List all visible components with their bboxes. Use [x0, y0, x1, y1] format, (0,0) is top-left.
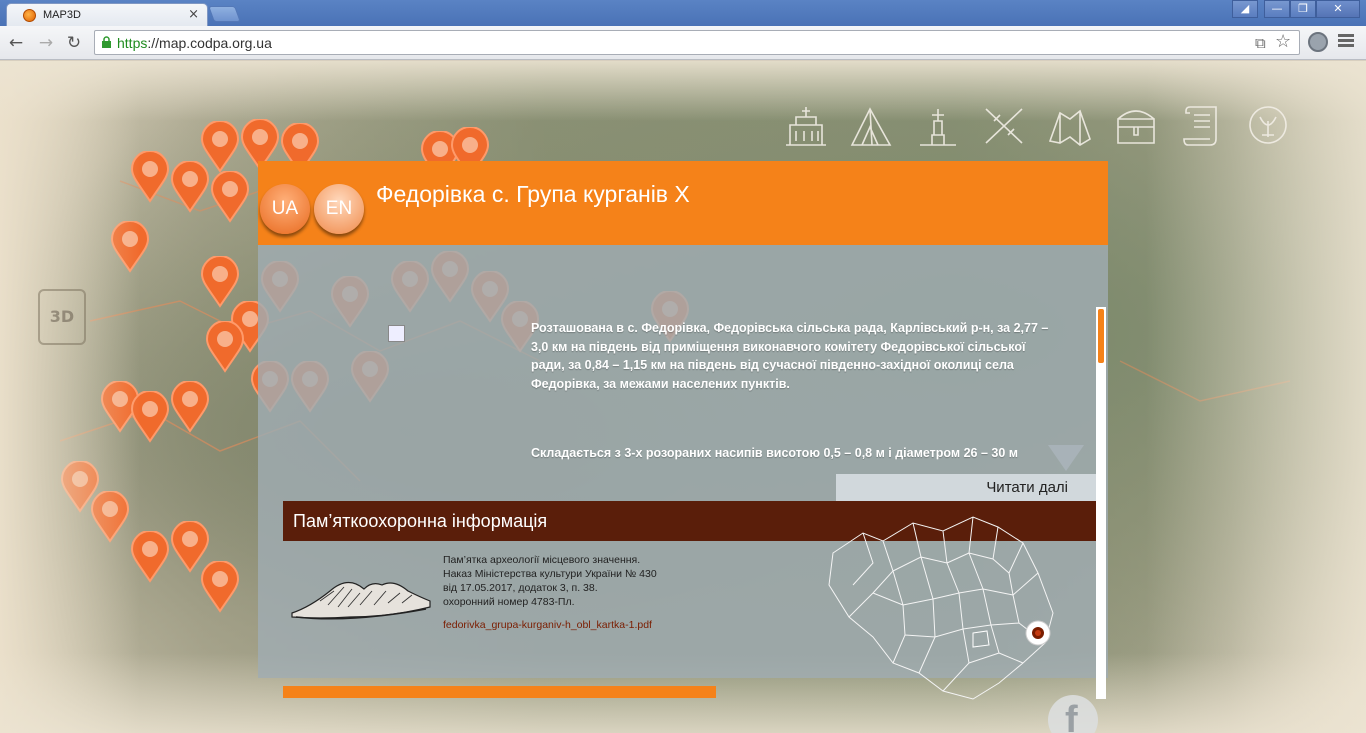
object-info-panel: UA EN Федорівка с. Група курганів Х Розт…: [258, 161, 1108, 733]
extension-icon[interactable]: [1308, 32, 1328, 52]
tab-title: MAP3D: [43, 9, 81, 21]
map-pin-icon[interactable]: [210, 171, 250, 223]
tab-close-icon[interactable]: ×: [188, 7, 199, 22]
tent-icon[interactable]: [846, 99, 898, 151]
url-text: https://map.codpa.org.ua: [117, 35, 272, 51]
3d-badge[interactable]: 3D: [38, 289, 86, 345]
emblem-icon[interactable]: [1242, 99, 1294, 151]
monument-icon[interactable]: [912, 99, 964, 151]
bookmark-star-icon[interactable]: ☆: [1275, 31, 1291, 52]
description-text-2: Складається з 3-х розораних насипів висо…: [531, 446, 1019, 460]
language-ua-button[interactable]: UA: [260, 184, 310, 234]
back-button[interactable]: ←: [6, 33, 26, 53]
map-pin-icon[interactable]: [200, 561, 240, 613]
translate-icon[interactable]: ⧉: [1255, 34, 1266, 52]
window-controls: ◢ — ❐ ✕: [1232, 0, 1360, 18]
map-pin-icon[interactable]: [205, 321, 245, 373]
fog-overlay: [0, 61, 140, 733]
favicon-icon: [23, 9, 36, 22]
maximize-button[interactable]: ❐: [1290, 0, 1316, 18]
forward-button[interactable]: →: [36, 33, 56, 53]
map-scroll-icon[interactable]: [1044, 99, 1096, 151]
user-icon[interactable]: ◢: [1232, 0, 1258, 18]
broken-image-icon: [388, 325, 405, 342]
minimize-button[interactable]: —: [1264, 0, 1290, 18]
read-more-button[interactable]: Читати далі: [836, 474, 1096, 501]
map-pin-icon[interactable]: [170, 161, 210, 213]
map-pin-icon[interactable]: [170, 381, 210, 433]
panel-header: UA EN Федорівка с. Група курганів Х: [258, 161, 1108, 245]
next-section-bar: [283, 686, 716, 698]
category-toolbar: [780, 99, 1294, 151]
building-icon[interactable]: [780, 99, 832, 151]
facebook-icon: f: [1065, 699, 1078, 733]
browser-toolbar: ← → ↻ https://map.codpa.org.ua ⧉ ☆: [0, 26, 1366, 60]
location-marker-icon[interactable]: [1024, 619, 1052, 647]
close-window-button[interactable]: ✕: [1316, 0, 1360, 18]
kurgan-illustration: [291, 581, 431, 620]
scrollbar-thumb[interactable]: [1098, 309, 1104, 363]
protection-info: Пам’ятка археології місцевого значення. …: [443, 554, 657, 608]
map-view[interactable]: 3D UA EN Федорівка с. Група курганів Х Р…: [0, 61, 1366, 733]
region-map: [828, 516, 1054, 700]
address-bar[interactable]: https://map.codpa.org.ua ⧉ ☆: [94, 30, 1300, 55]
menu-icon[interactable]: [1338, 32, 1354, 50]
description-text: Розташована в с. Федорівка, Федорівська …: [531, 321, 1049, 391]
lock-icon: [102, 36, 111, 48]
scroll-down-arrow-icon[interactable]: [1048, 445, 1084, 471]
browser-tab[interactable]: MAP3D ×: [6, 3, 208, 26]
pdf-download-link[interactable]: fedorivka_grupa-kurganiv-h_obl_kartka-1.…: [443, 619, 652, 631]
reload-button[interactable]: ↻: [64, 33, 84, 53]
language-en-button[interactable]: EN: [314, 184, 364, 234]
fog-overlay: [1146, 61, 1366, 733]
scroll-icon[interactable]: [1176, 99, 1228, 151]
title-bar: MAP3D × ◢ — ❐ ✕: [0, 0, 1366, 26]
page-title: Федорівка с. Група курганів Х: [376, 181, 690, 207]
scrollbar-track[interactable]: [1096, 307, 1106, 699]
chest-icon[interactable]: [1110, 99, 1162, 151]
new-tab-button[interactable]: [208, 6, 241, 22]
weapons-icon[interactable]: [978, 99, 1030, 151]
